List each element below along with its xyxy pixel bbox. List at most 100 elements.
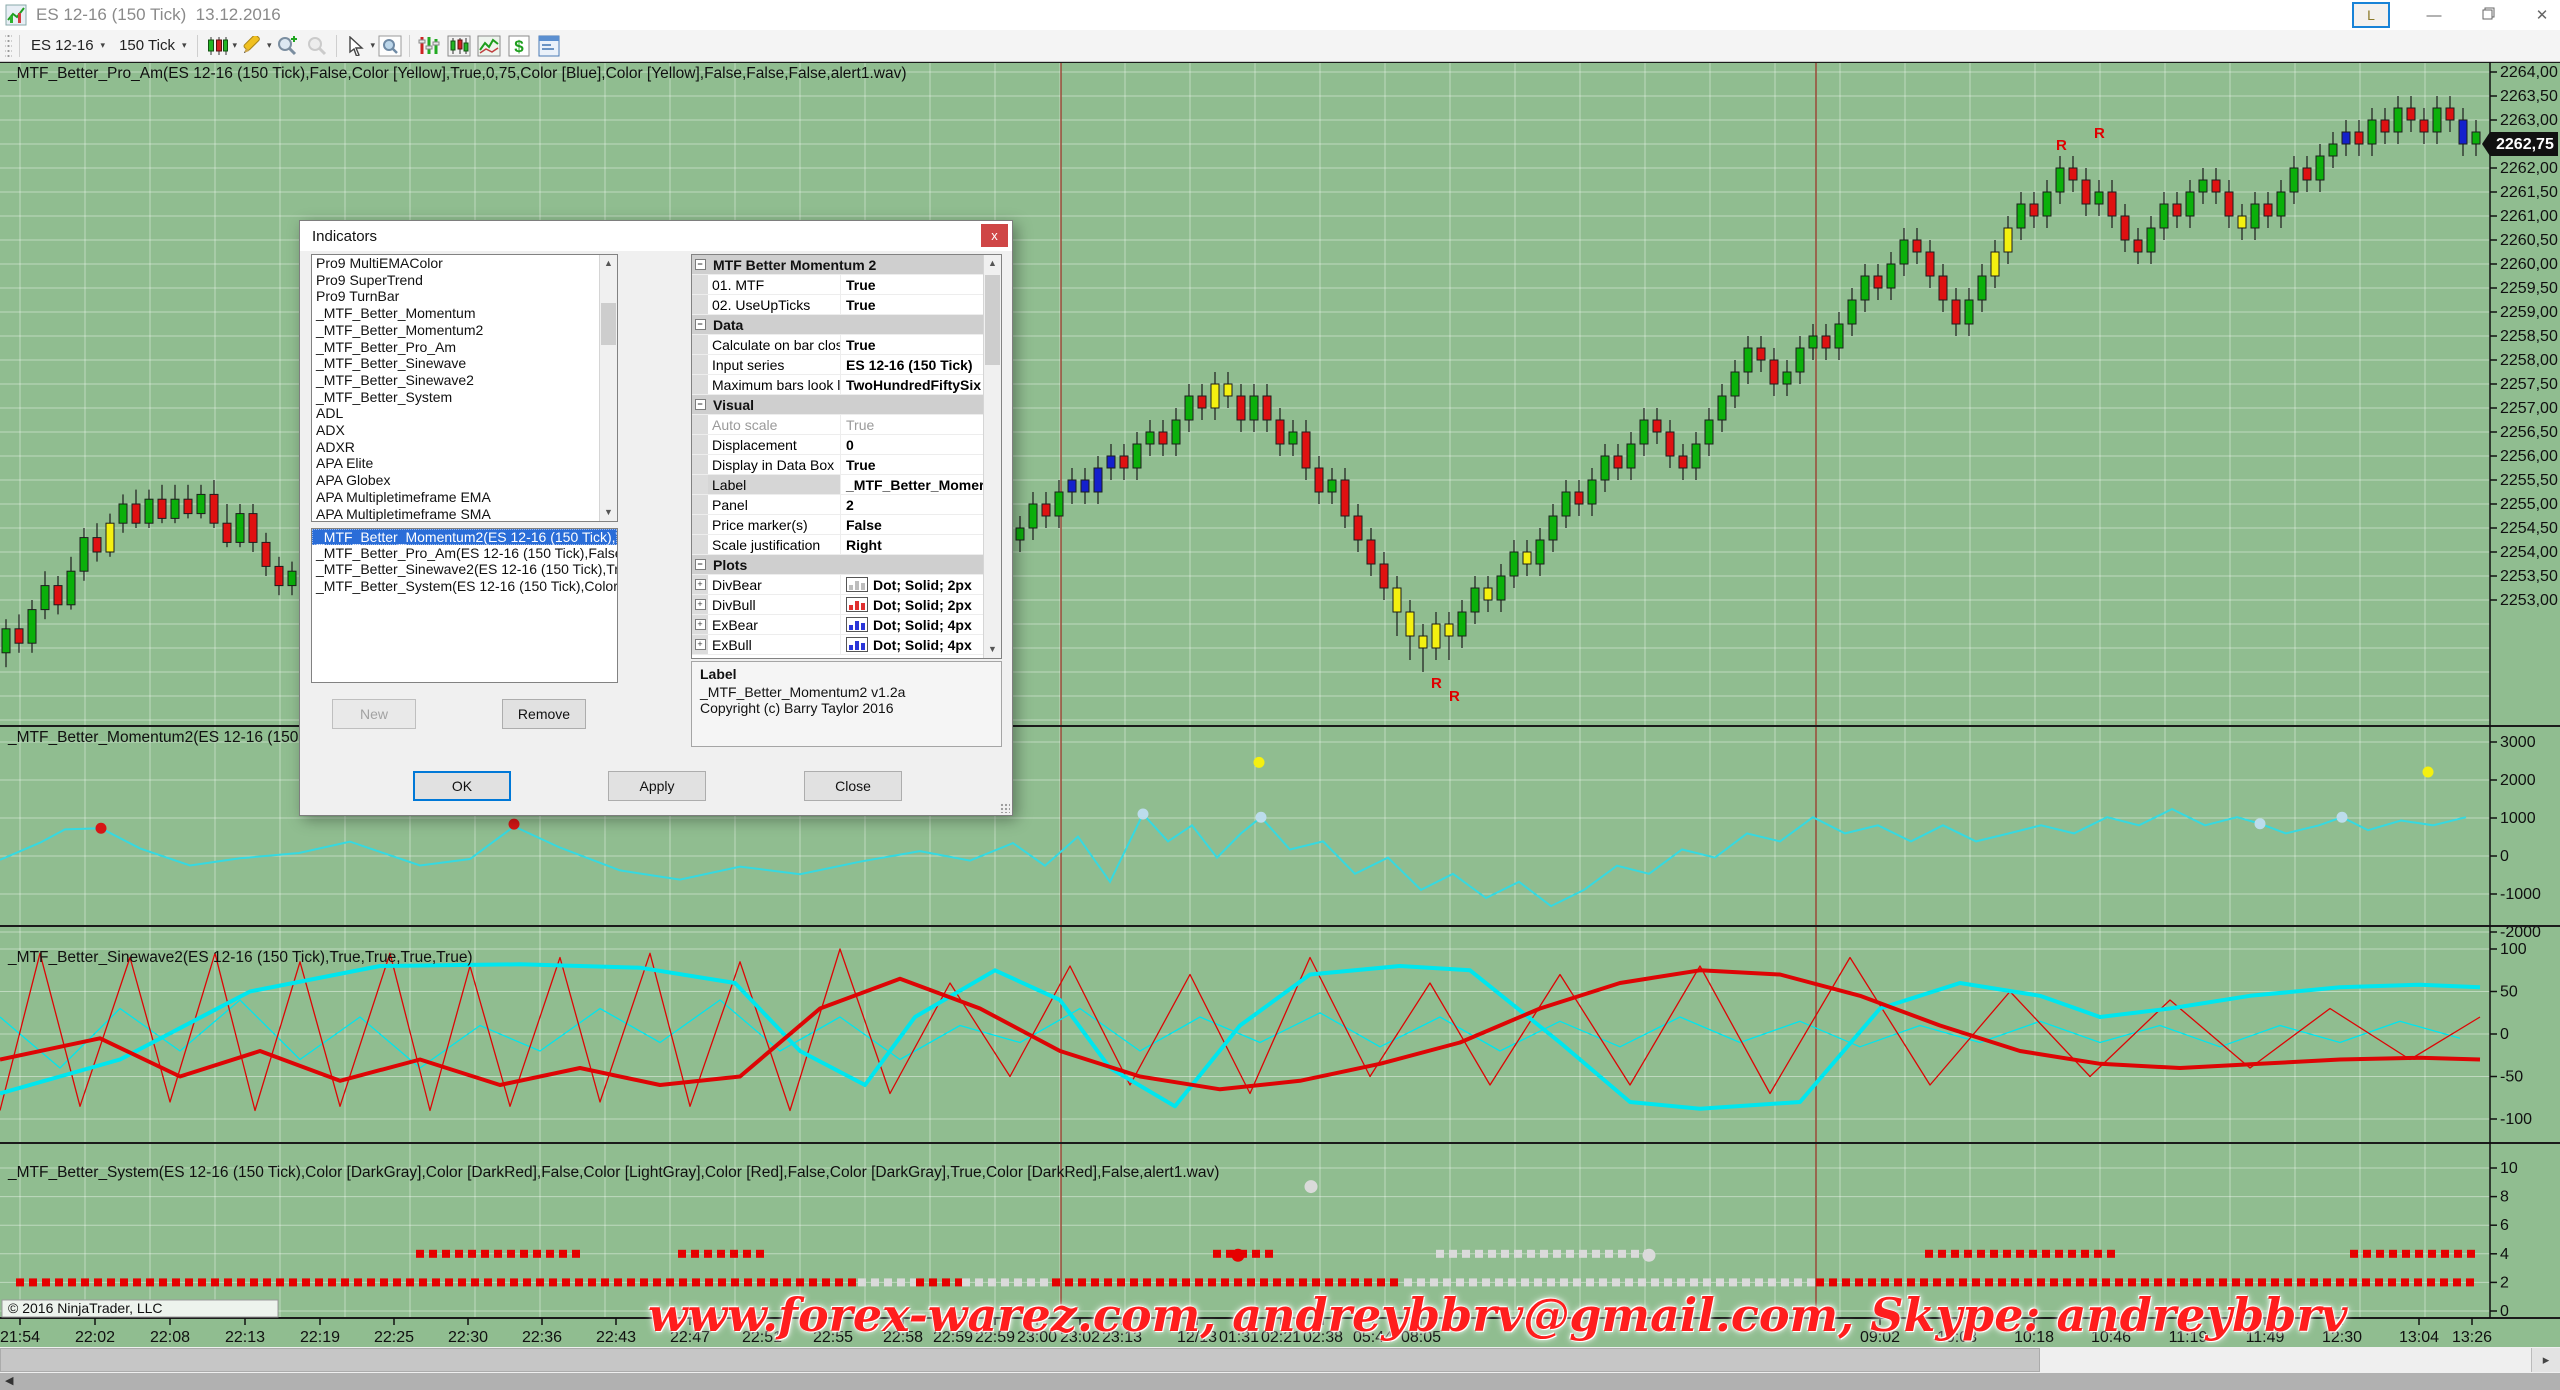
indicator-list-item[interactable]: Pro9 MultiEMAColor: [312, 255, 617, 272]
indicator-list-item[interactable]: APA Multipletimeframe EMA: [312, 489, 617, 506]
indicator-list-item[interactable]: ADXR: [312, 439, 617, 456]
collapse-icon[interactable]: −: [695, 559, 706, 570]
indicator-list-item[interactable]: _MTF_Better_Momentum2: [312, 322, 617, 339]
title-bar[interactable]: ES 12-16 (150 Tick) 13.12.2016 L — ✕: [0, 0, 2560, 30]
remove-button[interactable]: Remove: [502, 699, 586, 729]
link-window-button[interactable]: L: [2352, 2, 2390, 28]
resize-grip[interactable]: [1000, 803, 1010, 813]
indicator-list-item[interactable]: ADX: [312, 422, 617, 439]
indicator-list-item[interactable]: _MTF_Better_Sinewave: [312, 355, 617, 372]
collapse-icon[interactable]: −: [695, 259, 706, 270]
restore-button[interactable]: [2478, 7, 2498, 24]
property-value[interactable]: ES 12-16 (150 Tick): [841, 357, 1001, 373]
property-row[interactable]: +DivBullDot; Solid; 2px: [692, 595, 1001, 615]
cursor-button[interactable]: [341, 33, 371, 59]
property-value[interactable]: _MTF_Better_Momer: [841, 477, 1001, 493]
property-row[interactable]: +ExBearDot; Solid; 4px: [692, 615, 1001, 635]
indicators-button[interactable]: [414, 33, 444, 59]
magnifier-window-button[interactable]: [375, 33, 405, 59]
minimize-button[interactable]: —: [2424, 7, 2444, 24]
property-value[interactable]: True: [841, 417, 1001, 433]
scroll-up-icon[interactable]: ▲: [984, 255, 1001, 272]
indicator-list-item[interactable]: _MTF_Better_Momentum: [312, 305, 617, 322]
indicator-list-item[interactable]: Pro9 TurnBar: [312, 288, 617, 305]
property-value[interactable]: Dot; Solid; 2px: [841, 597, 1001, 613]
indicator-list-item[interactable]: ADL: [312, 405, 617, 422]
zoom-in-button[interactable]: [272, 33, 302, 59]
property-value[interactable]: True: [841, 297, 1001, 313]
expand-icon[interactable]: +: [695, 639, 706, 650]
indicator-list-item[interactable]: APA Multipletimeframe SMA: [312, 506, 617, 522]
collapse-icon[interactable]: −: [695, 319, 706, 330]
dialog-close-button[interactable]: x: [981, 224, 1008, 247]
scroll-down-icon[interactable]: ▼: [600, 504, 617, 521]
property-row[interactable]: Displacement0: [692, 435, 1001, 455]
property-row[interactable]: Maximum bars look lTwoHundredFiftySix: [692, 375, 1001, 395]
configured-indicator-item[interactable]: _MTF_Better_System(ES 12-16 (150 Tick),C…: [312, 578, 617, 594]
property-row[interactable]: Display in Data BoxTrue: [692, 455, 1001, 475]
dialog-title-bar[interactable]: Indicators x: [300, 221, 1012, 251]
close-dialog-button[interactable]: Close: [804, 771, 902, 801]
scrollbar-thumb[interactable]: [0, 1348, 2040, 1372]
collapse-icon[interactable]: −: [695, 399, 706, 410]
property-value[interactable]: True: [841, 457, 1001, 473]
property-value[interactable]: Right: [841, 537, 1001, 553]
arrow-left-icon[interactable]: ◀: [5, 1374, 13, 1387]
ok-button[interactable]: OK: [413, 771, 511, 801]
property-row[interactable]: Calculate on bar closTrue: [692, 335, 1001, 355]
property-value[interactable]: True: [841, 337, 1001, 353]
property-value[interactable]: 2: [841, 497, 1001, 513]
property-row[interactable]: Panel2: [692, 495, 1001, 515]
indicator-list-item[interactable]: _MTF_Better_Sinewave2: [312, 372, 617, 389]
scroll-down-icon[interactable]: ▼: [984, 641, 1001, 658]
property-row[interactable]: +ExBullDot; Solid; 4px: [692, 635, 1001, 655]
apply-button[interactable]: Apply: [608, 771, 706, 801]
property-row[interactable]: +DivBearDot; Solid; 2px: [692, 575, 1001, 595]
close-button[interactable]: ✕: [2532, 6, 2552, 24]
property-row[interactable]: Price marker(s)False: [692, 515, 1001, 535]
account-dollar-button[interactable]: $: [504, 33, 534, 59]
property-value[interactable]: 0: [841, 437, 1001, 453]
indicator-list-item[interactable]: APA Globex: [312, 472, 617, 489]
property-row[interactable]: Scale justificationRight: [692, 535, 1001, 555]
property-row[interactable]: Input seriesES 12-16 (150 Tick): [692, 355, 1001, 375]
scroll-right-button[interactable]: ▸: [2531, 1348, 2560, 1372]
property-value[interactable]: Dot; Solid; 2px: [841, 577, 1001, 593]
scrollbar-thumb[interactable]: [985, 275, 1000, 365]
property-value[interactable]: Dot; Solid; 4px: [841, 617, 1001, 633]
chart-trader-button[interactable]: [444, 33, 474, 59]
expand-icon[interactable]: +: [695, 579, 706, 590]
property-row[interactable]: 02. UseUpTicksTrue: [692, 295, 1001, 315]
indicator-list-item[interactable]: _MTF_Better_Pro_Am: [312, 339, 617, 356]
property-category[interactable]: −Plots: [692, 555, 1001, 575]
property-value[interactable]: True: [841, 277, 1001, 293]
property-grid[interactable]: −MTF Better Momentum 201. MTFTrue02. Use…: [691, 254, 1002, 659]
chart-regions-button[interactable]: [474, 33, 504, 59]
scrollbar-thumb[interactable]: [601, 303, 616, 345]
zoom-out-button[interactable]: [302, 33, 332, 59]
toolbar-grip[interactable]: [5, 35, 12, 57]
property-grid-scrollbar[interactable]: ▲ ▼: [983, 255, 1001, 658]
data-box-button[interactable]: [534, 33, 564, 59]
configured-indicator-item[interactable]: _MTF_Better_Momentum2(ES 12-16 (150 Tick…: [312, 529, 617, 545]
property-category[interactable]: −MTF Better Momentum 2: [692, 255, 1001, 275]
interval-selector[interactable]: 150 Tick ▾: [112, 34, 193, 57]
property-row[interactable]: 01. MTFTrue: [692, 275, 1001, 295]
property-row[interactable]: Label_MTF_Better_Momer: [692, 475, 1001, 495]
indicator-list-item[interactable]: Pro9 SuperTrend: [312, 272, 617, 289]
horizontal-scrollbar[interactable]: ▸: [0, 1347, 2560, 1373]
chart-style-button[interactable]: [202, 33, 232, 59]
scroll-up-icon[interactable]: ▲: [600, 255, 617, 272]
configured-indicator-item[interactable]: _MTF_Better_Sinewave2(ES 12-16 (150 Tick…: [312, 561, 617, 577]
indicator-list-item[interactable]: _MTF_Better_System: [312, 389, 617, 406]
property-value[interactable]: False: [841, 517, 1001, 533]
expand-icon[interactable]: +: [695, 619, 706, 630]
property-category[interactable]: −Data: [692, 315, 1001, 335]
available-indicators-list[interactable]: Pro9 MultiEMAColorPro9 SuperTrendPro9 Tu…: [311, 254, 618, 522]
configured-indicator-item[interactable]: _MTF_Better_Pro_Am(ES 12-16 (150 Tick),F…: [312, 545, 617, 561]
configured-indicators-list[interactable]: _MTF_Better_Momentum2(ES 12-16 (150 Tick…: [311, 528, 618, 683]
property-category[interactable]: −Visual: [692, 395, 1001, 415]
available-list-scrollbar[interactable]: ▲ ▼: [599, 255, 617, 521]
new-button[interactable]: New: [332, 699, 416, 729]
instrument-selector[interactable]: ES 12-16 ▾: [24, 34, 112, 57]
